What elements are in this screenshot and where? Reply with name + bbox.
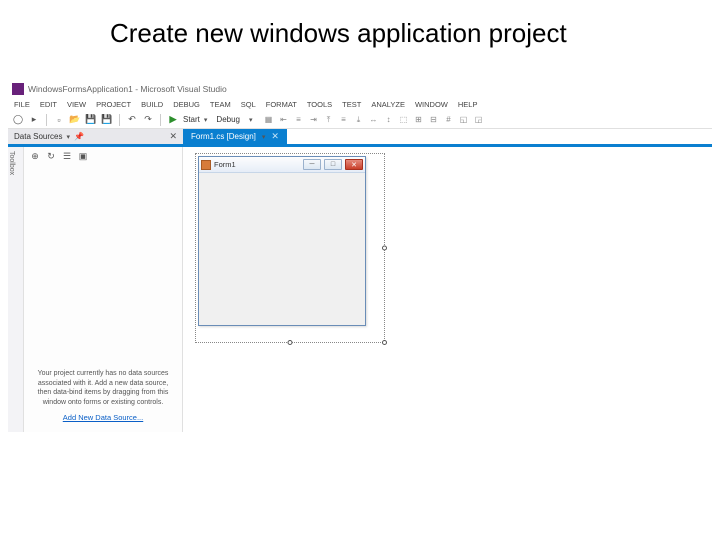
menu-format[interactable]: FORMAT <box>266 100 297 109</box>
wizard-icon[interactable]: ▣ <box>77 150 89 162</box>
send-back-icon[interactable]: ◲ <box>473 114 485 126</box>
add-data-source-link[interactable]: Add New Data Source... <box>24 411 182 432</box>
design-canvas[interactable]: Form1 ─ □ ✕ <box>183 147 712 432</box>
form-icon <box>201 160 211 170</box>
vspace-icon[interactable]: ↕ <box>383 114 395 126</box>
config-dropdown-icon[interactable]: ▾ <box>249 116 253 124</box>
data-sources-panel: ⊕ ↻ ☰ ▣ Your project currently has no da… <box>24 147 183 432</box>
panel-toolbar: ⊕ ↻ ☰ ▣ <box>24 147 182 165</box>
panel-dropdown-icon[interactable]: ▾ <box>66 133 70 141</box>
align-right-icon[interactable]: ⇥ <box>308 114 320 126</box>
resize-handle-bottom[interactable] <box>288 340 293 345</box>
form-maximize-button[interactable]: □ <box>324 159 342 170</box>
form-titlebar: Form1 ─ □ ✕ <box>199 157 365 173</box>
tab-active[interactable]: Form1.cs [Design] ▾ ✕ <box>183 129 287 144</box>
window-title: WindowsFormsApplication1 - Microsoft Vis… <box>28 84 227 94</box>
tab-label: Form1.cs [Design] <box>191 132 256 141</box>
menu-window[interactable]: WINDOW <box>415 100 448 109</box>
tab-order-icon[interactable]: # <box>443 114 455 126</box>
start-play-icon[interactable]: ▶ <box>167 114 179 126</box>
tab-close-icon[interactable]: ✕ <box>271 131 279 142</box>
align-top-icon[interactable]: ⤒ <box>323 114 335 126</box>
main-toolbar: ◯ ▸ ▫ 📂 💾 💾 ↶ ↷ ▶ Start ▾ Debug ▾ ▦ ⇤ ≡ … <box>8 111 712 129</box>
toolbar-separator <box>160 114 161 126</box>
layout-toolbar: ▦ ⇤ ≡ ⇥ ⤒ ≡ ⤓ ↔ ↕ ⬚ ⊞ ⊟ # ◱ ◲ <box>263 114 485 126</box>
menu-bar: FILE EDIT VIEW PROJECT BUILD DEBUG TEAM … <box>8 98 712 111</box>
align-grid-icon[interactable]: ▦ <box>263 114 275 126</box>
align-middle-icon[interactable]: ≡ <box>338 114 350 126</box>
panel-header: Data Sources ▾ 📌 ✕ <box>8 129 183 144</box>
center-h-icon[interactable]: ⊞ <box>413 114 425 126</box>
menu-sql[interactable]: SQL <box>241 100 256 109</box>
menu-edit[interactable]: EDIT <box>40 100 57 109</box>
config-selector[interactable]: Debug <box>211 114 245 125</box>
panel-title: Data Sources <box>14 132 62 141</box>
start-button[interactable]: Start <box>183 115 200 124</box>
menu-analyze[interactable]: ANALYZE <box>371 100 405 109</box>
align-center-icon[interactable]: ≡ <box>293 114 305 126</box>
visual-studio-window: WindowsFormsApplication1 - Microsoft Vis… <box>8 80 712 440</box>
toolbox-vtab[interactable]: Toolbox <box>8 147 24 432</box>
winform-preview[interactable]: Form1 ─ □ ✕ <box>198 156 366 326</box>
vs-logo-icon <box>12 83 24 95</box>
form-close-button[interactable]: ✕ <box>345 159 363 170</box>
close-panel-icon[interactable]: ✕ <box>169 131 177 142</box>
refresh-source-icon[interactable]: ↻ <box>45 150 57 162</box>
panel-help-text: Your project currently has no data sourc… <box>24 363 182 411</box>
undo-icon[interactable]: ↶ <box>126 114 138 126</box>
nav-fwd-icon[interactable]: ▸ <box>28 114 40 126</box>
save-all-icon[interactable]: 💾 <box>101 114 113 126</box>
resize-handle-corner[interactable] <box>382 340 387 345</box>
toolbar-separator <box>119 114 120 126</box>
toolbar-separator <box>46 114 47 126</box>
menu-view[interactable]: VIEW <box>67 100 86 109</box>
size-icon[interactable]: ⬚ <box>398 114 410 126</box>
window-titlebar: WindowsFormsApplication1 - Microsoft Vis… <box>8 80 712 98</box>
config-source-icon[interactable]: ☰ <box>61 150 73 162</box>
menu-file[interactable]: FILE <box>14 100 30 109</box>
workspace: Toolbox ⊕ ↻ ☰ ▣ Your project currently h… <box>8 147 712 432</box>
add-source-icon[interactable]: ⊕ <box>29 150 41 162</box>
sub-header: Data Sources ▾ 📌 ✕ Form1.cs [Design] ▾ ✕ <box>8 129 712 147</box>
hspace-icon[interactable]: ↔ <box>368 114 380 126</box>
new-file-icon[interactable]: ▫ <box>53 114 65 126</box>
align-left-icon[interactable]: ⇤ <box>278 114 290 126</box>
open-file-icon[interactable]: 📂 <box>69 114 81 126</box>
pin-icon[interactable]: 📌 <box>74 132 84 141</box>
resize-handle-right[interactable] <box>382 246 387 251</box>
menu-project[interactable]: PROJECT <box>96 100 131 109</box>
slide-title: Create new windows application project <box>110 18 567 49</box>
menu-tools[interactable]: TOOLS <box>307 100 332 109</box>
start-dropdown-icon[interactable]: ▾ <box>204 116 208 124</box>
tab-dropdown-icon[interactable]: ▾ <box>262 133 266 141</box>
design-selection[interactable]: Form1 ─ □ ✕ <box>195 153 385 343</box>
nav-back-icon[interactable]: ◯ <box>12 114 24 126</box>
redo-icon[interactable]: ↷ <box>142 114 154 126</box>
bring-front-icon[interactable]: ◱ <box>458 114 470 126</box>
save-icon[interactable]: 💾 <box>85 114 97 126</box>
center-v-icon[interactable]: ⊟ <box>428 114 440 126</box>
menu-debug[interactable]: DEBUG <box>173 100 200 109</box>
form-title: Form1 <box>214 160 300 169</box>
menu-team[interactable]: TEAM <box>210 100 231 109</box>
menu-help[interactable]: HELP <box>458 100 478 109</box>
align-bottom-icon[interactable]: ⤓ <box>353 114 365 126</box>
form-minimize-button[interactable]: ─ <box>303 159 321 170</box>
menu-build[interactable]: BUILD <box>141 100 163 109</box>
menu-test[interactable]: TEST <box>342 100 361 109</box>
